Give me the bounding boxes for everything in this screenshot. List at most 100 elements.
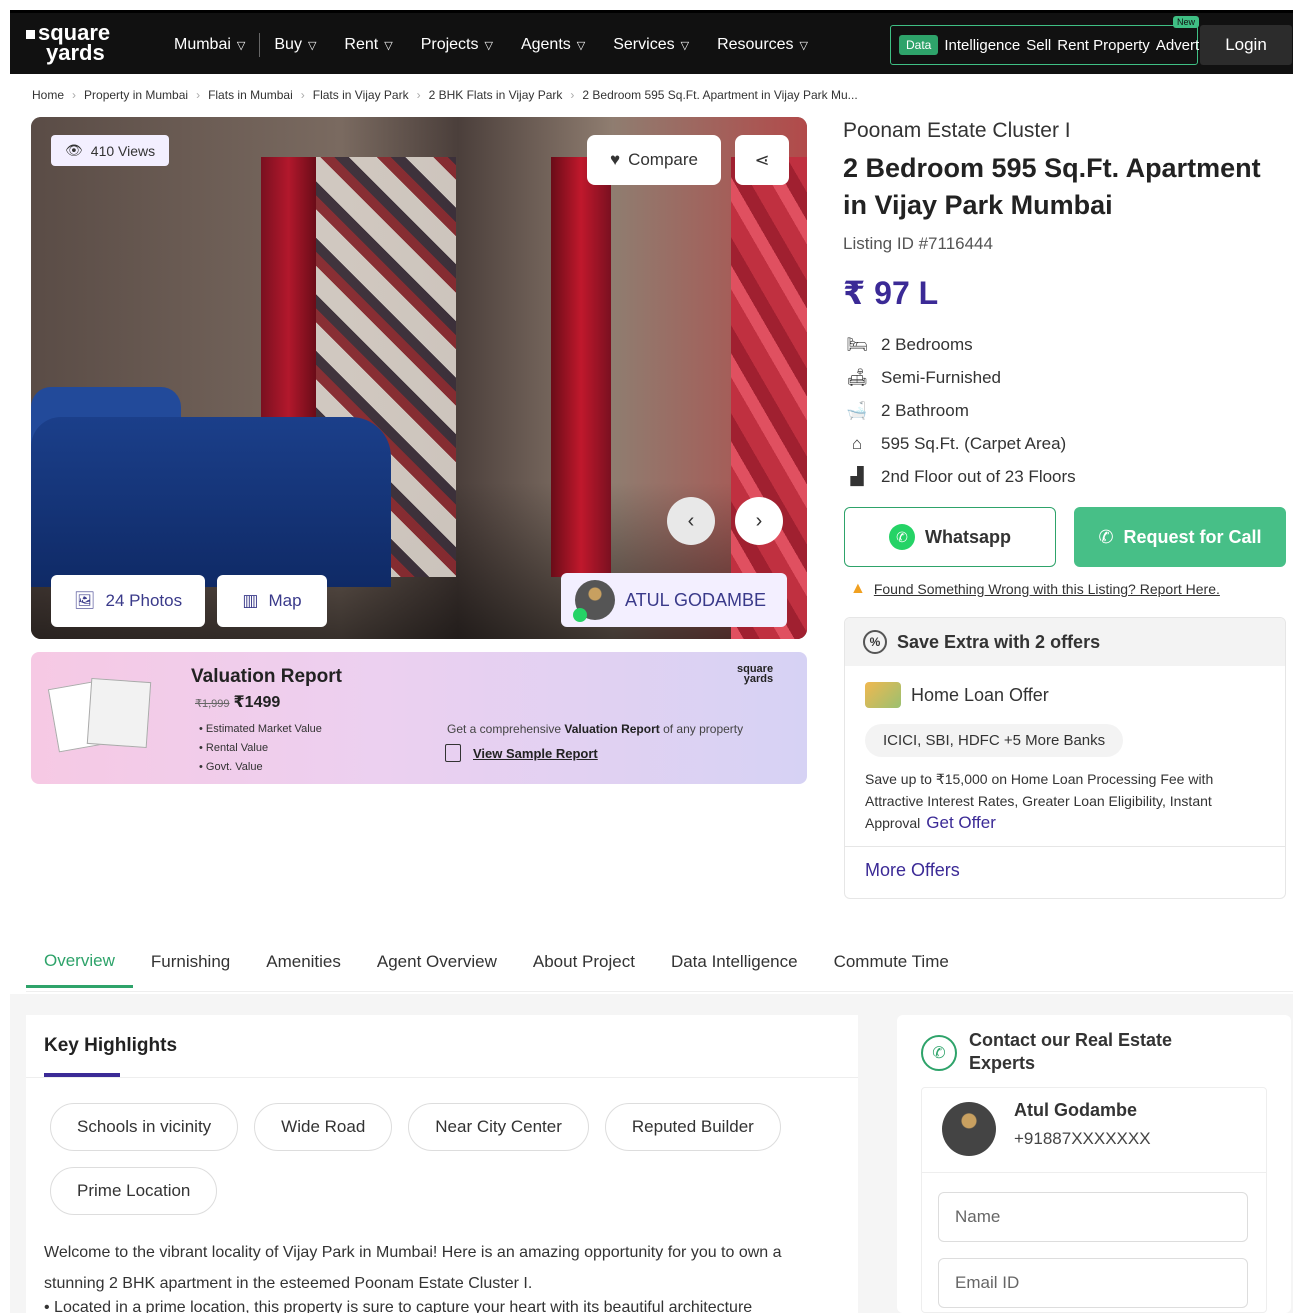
tab-data-intelligence[interactable]: Data Intelligence: [653, 936, 816, 988]
highlight-chips: Schools in vicinity Wide Road Near City …: [50, 1103, 810, 1215]
email-input[interactable]: [938, 1258, 1248, 1308]
chevron-down-icon: ▽: [236, 39, 246, 52]
more-offers-link[interactable]: More Offers: [865, 860, 960, 881]
breadcrumb-property-mumbai[interactable]: Property in Mumbai: [84, 88, 188, 102]
tab-amenities[interactable]: Amenities: [248, 936, 359, 988]
report-page: [86, 677, 152, 749]
valuation-desc-pre: Get a comprehensive: [447, 722, 565, 736]
valuation-price: ₹1,999 ₹1499: [195, 692, 280, 712]
valuation-report-banner[interactable]: Valuation Report ₹1,999₹1499 Estimated M…: [31, 652, 807, 784]
valuation-desc-post: of any property: [659, 722, 744, 736]
highlight-chip: Reputed Builder: [604, 1103, 781, 1151]
valuation-new-price: ₹1499: [233, 694, 281, 711]
nav-buy[interactable]: Buy ▽: [260, 36, 330, 54]
highlight-chip: Schools in vicinity: [50, 1103, 239, 1151]
compare-button[interactable]: ♥ Compare: [587, 135, 721, 185]
whatsapp-status-icon: [573, 608, 587, 622]
breadcrumb-separator: ›: [300, 88, 305, 102]
login-button[interactable]: Login: [1200, 25, 1292, 65]
gallery-prev-button[interactable]: ‹: [667, 497, 715, 545]
tab-about-project[interactable]: About Project: [515, 936, 653, 988]
nav-city-mumbai[interactable]: Mumbai ▽: [160, 36, 259, 54]
spec-label: 2 Bathroom: [881, 400, 969, 420]
list-item: Estimated Market Value: [199, 720, 322, 739]
spec-bedrooms: 🛏 2 Bedrooms: [845, 328, 1076, 361]
breadcrumb-flats-mumbai[interactable]: Flats in Mumbai: [208, 88, 293, 102]
project-name[interactable]: Poonam Estate Cluster I: [843, 119, 1071, 143]
gallery-next-button[interactable]: ›: [735, 497, 783, 545]
nav-label: Resources: [717, 36, 794, 53]
nav-sell-link[interactable]: Sell: [1026, 37, 1051, 54]
report-listing-link[interactable]: ▲ Found Something Wrong with this Listin…: [850, 580, 1220, 598]
banks-chip[interactable]: ICICI, SBI, HDFC +5 More Banks: [865, 724, 1124, 757]
share-icon: ⋖: [754, 149, 770, 170]
property-photo-gallery[interactable]: 👁 410 Views ♥ Compare ⋖ ‹ › 🖼 24 Photos …: [31, 117, 807, 639]
contact-title: Contact our Real Estate Experts: [969, 1030, 1173, 1073]
tab-furnishing[interactable]: Furnishing: [133, 936, 248, 988]
share-button[interactable]: ⋖: [735, 135, 789, 185]
stairs-icon: ▟: [850, 466, 864, 486]
contact-experts-card: ✆ Contact our Real Estate Experts Atul G…: [897, 1015, 1291, 1313]
phone-icon: ✆: [1098, 526, 1114, 547]
nav-rent[interactable]: Rent ▽: [330, 36, 406, 54]
breadcrumb-separator: ›: [416, 88, 421, 102]
nav-services[interactable]: Services ▽: [599, 36, 703, 54]
map-button[interactable]: ▥ Map: [217, 575, 327, 627]
top-navbar: square yards Mumbai ▽ Buy ▽ Rent ▽ Projects…: [10, 10, 1293, 74]
breadcrumb-separator: ›: [196, 88, 201, 102]
valuation-desc-bold: Valuation Report: [564, 722, 660, 736]
list-item: Govt. Value: [199, 758, 322, 777]
nav-resources[interactable]: Resources ▽: [703, 36, 822, 54]
spec-label: 2nd Floor out of 23 Floors: [881, 466, 1076, 486]
title-underline: [44, 1073, 120, 1077]
breadcrumb: Home › Property in Mumbai › Flats in Mumba…: [32, 88, 858, 102]
view-sample-report-label: View Sample Report: [473, 745, 598, 761]
chevron-down-icon: ▽: [307, 39, 317, 52]
logo-text-line2: yards: [743, 673, 774, 685]
nav-agents[interactable]: Agents ▽: [507, 36, 599, 54]
get-offer-link[interactable]: Get Offer: [926, 813, 996, 832]
money-icon: [865, 682, 901, 708]
nav-label: Agents: [520, 36, 571, 53]
eye-icon: 👁: [65, 142, 83, 158]
property-specs: 🛏 2 Bedrooms 🛋 Semi-Furnished 🛁 2 Bathroom …: [845, 328, 1076, 493]
brand-logo[interactable]: square yards: [26, 22, 110, 65]
listing-id: Listing ID #7116444: [843, 234, 993, 253]
key-highlights-title: Key Highlights: [44, 1035, 178, 1056]
offer-desc-text: Save up to ₹15,000 on Home Loan Processi…: [865, 771, 1214, 831]
request-call-button[interactable]: ✆ Request for Call: [1074, 507, 1286, 567]
tab-agent-overview[interactable]: Agent Overview: [359, 936, 515, 988]
valuation-old-price: ₹1,999: [195, 698, 230, 710]
offer-description: Save up to ₹15,000 on Home Loan Processi…: [865, 768, 1265, 834]
spec-floor: ▟ 2nd Floor out of 23 Floors: [845, 460, 1076, 493]
agent-chip[interactable]: ATUL GODAMBE: [561, 573, 787, 627]
breadcrumb-2bhk-vijay-park[interactable]: 2 BHK Flats in Vijay Park: [429, 88, 563, 102]
logo-text-line2: yards: [46, 40, 105, 65]
photos-button[interactable]: 🖼 24 Photos: [51, 575, 205, 627]
nav-projects[interactable]: Projects ▽: [407, 36, 507, 54]
spec-label: 2 Bedrooms: [881, 334, 973, 354]
breadcrumb-flats-vijay-park[interactable]: Flats in Vijay Park: [313, 88, 409, 102]
logo-square-icon: [26, 29, 35, 39]
data-badge: Data: [899, 35, 939, 55]
highlight-chip: Wide Road: [254, 1103, 393, 1151]
nav-rent-property-link[interactable]: Rent Property: [1057, 37, 1150, 54]
whatsapp-button[interactable]: ✆ Whatsapp: [844, 507, 1056, 567]
spec-furnishing: 🛋 Semi-Furnished: [845, 361, 1076, 394]
main-nav: Mumbai ▽ Buy ▽ Rent ▽ Projects ▽ Agents ▽ Ser…: [160, 13, 822, 77]
tab-overview[interactable]: Overview: [26, 936, 133, 988]
warning-icon: ▲: [850, 580, 866, 597]
section-tabs: Overview Furnishing Amenities Agent Over…: [26, 936, 1293, 992]
heart-icon: ♥: [609, 150, 621, 169]
name-input[interactable]: [938, 1192, 1248, 1242]
document-icon: [445, 744, 461, 762]
new-badge: New: [1173, 16, 1200, 28]
highlights-description: Welcome to the vibrant locality of Vijay…: [44, 1244, 782, 1292]
nav-intelligence-link[interactable]: Intelligence: [944, 37, 1020, 54]
tab-commute-time[interactable]: Commute Time: [816, 936, 967, 988]
map-label: Map: [268, 591, 302, 610]
sofa-icon: 🛋: [846, 367, 868, 387]
contact-agent: Atul Godambe +91887XXXXXXX: [942, 1100, 1151, 1156]
breadcrumb-home[interactable]: Home: [32, 88, 64, 102]
view-sample-report-link[interactable]: View Sample Report: [445, 744, 598, 762]
